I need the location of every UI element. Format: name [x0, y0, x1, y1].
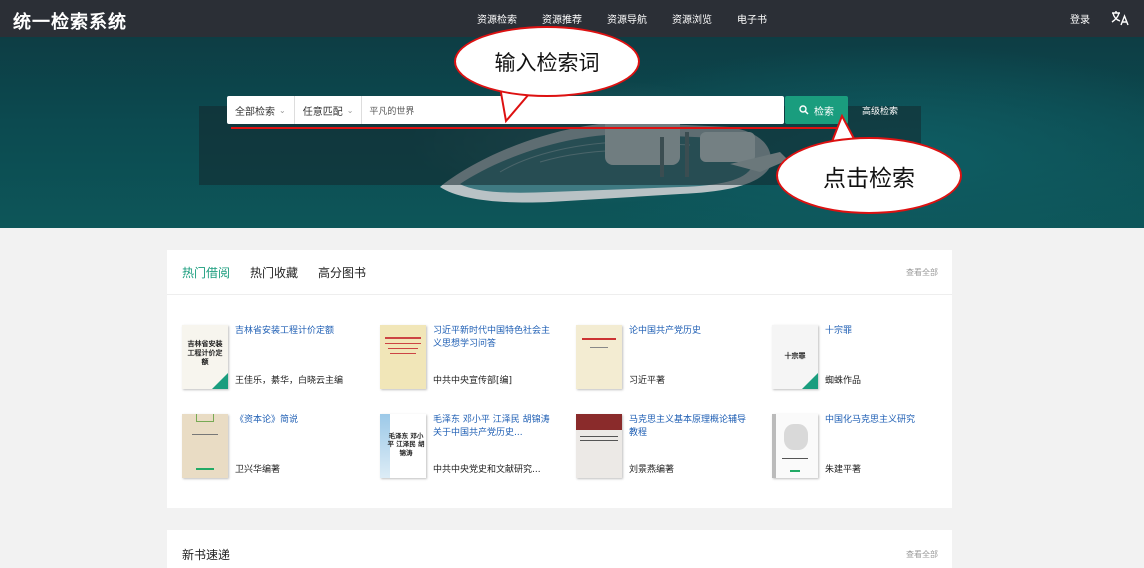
book-cover[interactable]: 毛泽东 邓小平 江泽民 胡锦涛 — [380, 414, 426, 478]
chevron-down-icon: ⌄ — [279, 105, 286, 115]
tab-hot-borrow[interactable]: 热门借阅 — [182, 264, 230, 281]
book-item[interactable]: 十宗罪 十宗罪 蜘蛛作品 — [772, 325, 967, 390]
cover-badge — [212, 373, 228, 389]
book-title[interactable]: 中国化马克思主义研究 — [825, 414, 945, 427]
annotation-underline — [231, 127, 840, 129]
book-author: 中共中央党史和文献研究... — [433, 465, 541, 475]
book-cover[interactable]: 十宗罪 — [772, 325, 818, 389]
book-item[interactable]: 中国化马克思主义研究 朱建平著 — [772, 414, 967, 479]
cover-title: 毛泽东 邓小平 江泽民 胡锦涛 — [387, 432, 425, 457]
tab-hot-favorites[interactable]: 热门收藏 — [250, 264, 298, 281]
tab-top-rated[interactable]: 高分图书 — [318, 264, 366, 281]
search-scope-value: 全部检索 — [235, 106, 275, 118]
book-item[interactable]: 吉林省安装工程计价定额 吉林省安装工程计价定额 王佳乐，綦华，白晓云主编 — [182, 325, 377, 390]
book-item[interactable]: 《资本论》简说 卫兴华编著 — [182, 414, 377, 479]
book-item[interactable]: 马克思主义基本原理概论辅导教程 刘景燕编著 — [576, 414, 771, 479]
view-all-link[interactable]: 查看全部 — [906, 549, 938, 560]
book-cover[interactable] — [380, 325, 426, 389]
login-link[interactable]: 登录 — [1070, 11, 1090, 26]
book-cover[interactable] — [182, 414, 228, 478]
cover-title: 吉林省安装工程计价定额 — [187, 339, 223, 367]
hot-books-card: 热门借阅 热门收藏 高分图书 查看全部 吉林省安装工程计价定额 吉林省安装工程计… — [167, 250, 952, 508]
match-mode-value: 任意匹配 — [302, 106, 343, 118]
view-all-link[interactable]: 查看全部 — [906, 267, 938, 278]
book-item[interactable]: 论中国共产党历史 习近平著 — [576, 325, 771, 390]
nav-resource-navigation[interactable]: 资源导航 — [607, 11, 647, 26]
book-cover[interactable]: 吉林省安装工程计价定额 — [182, 325, 228, 389]
book-title[interactable]: 马克思主义基本原理概论辅导教程 — [629, 414, 749, 440]
hot-tabs: 热门借阅 热门收藏 高分图书 — [182, 264, 366, 281]
callout-input-hint: 输入检索词 — [454, 26, 640, 97]
new-books-card: 新书速递 查看全部 — [167, 530, 952, 568]
book-title[interactable]: 十宗罪 — [825, 325, 945, 338]
book-item[interactable]: 毛泽东 邓小平 江泽民 胡锦涛 毛泽东 邓小平 江泽民 胡锦涛 关于中国共产党历… — [380, 414, 575, 479]
main-nav: 资源检索 资源推荐 资源导航 资源浏览 电子书 — [477, 11, 792, 26]
search-scope-select[interactable]: 全部检索 ⌄ — [227, 96, 295, 124]
book-cover[interactable] — [772, 414, 818, 478]
match-mode-select[interactable]: 任意匹配 ⌄ — [295, 96, 363, 124]
book-author: 朱建平著 — [825, 465, 862, 475]
book-cover[interactable] — [576, 325, 622, 389]
nav-resource-search[interactable]: 资源检索 — [477, 11, 517, 26]
book-author: 习近平著 — [629, 376, 666, 386]
book-author: 卫兴华编著 — [235, 465, 281, 475]
search-icon — [799, 105, 809, 115]
translate-icon[interactable] — [1110, 9, 1130, 27]
new-books-title: 新书速递 — [182, 548, 231, 562]
cover-title: 十宗罪 — [784, 351, 806, 360]
search-input[interactable] — [362, 97, 784, 123]
nav-resource-recommend[interactable]: 资源推荐 — [542, 11, 582, 26]
nav-resource-browse[interactable]: 资源浏览 — [672, 11, 712, 26]
book-title[interactable]: 吉林省安装工程计价定额 — [235, 325, 355, 338]
book-item[interactable]: 习近平新时代中国特色社会主义思想学习问答 中共中央宣传部[编] — [380, 325, 575, 390]
site-brand[interactable]: 统一检索系统 — [13, 8, 127, 34]
book-author: 刘景燕编著 — [629, 465, 675, 475]
book-title[interactable]: 论中国共产党历史 — [629, 325, 749, 338]
card-divider — [167, 294, 952, 295]
chevron-down-icon: ⌄ — [346, 105, 354, 115]
callout-click-hint: 点击检索 — [776, 137, 962, 214]
cover-badge — [802, 373, 818, 389]
nav-ebooks[interactable]: 电子书 — [737, 11, 767, 26]
book-author: 蜘蛛作品 — [825, 376, 862, 386]
book-author: 王佳乐，綦华，白晓云主编 — [235, 376, 344, 386]
book-title[interactable]: 习近平新时代中国特色社会主义思想学习问答 — [433, 325, 553, 351]
book-cover[interactable] — [576, 414, 622, 478]
book-title[interactable]: 毛泽东 邓小平 江泽民 胡锦涛 关于中国共产党历史... — [433, 414, 553, 440]
book-title[interactable]: 《资本论》简说 — [235, 414, 355, 427]
book-author: 中共中央宣传部[编] — [433, 376, 513, 386]
